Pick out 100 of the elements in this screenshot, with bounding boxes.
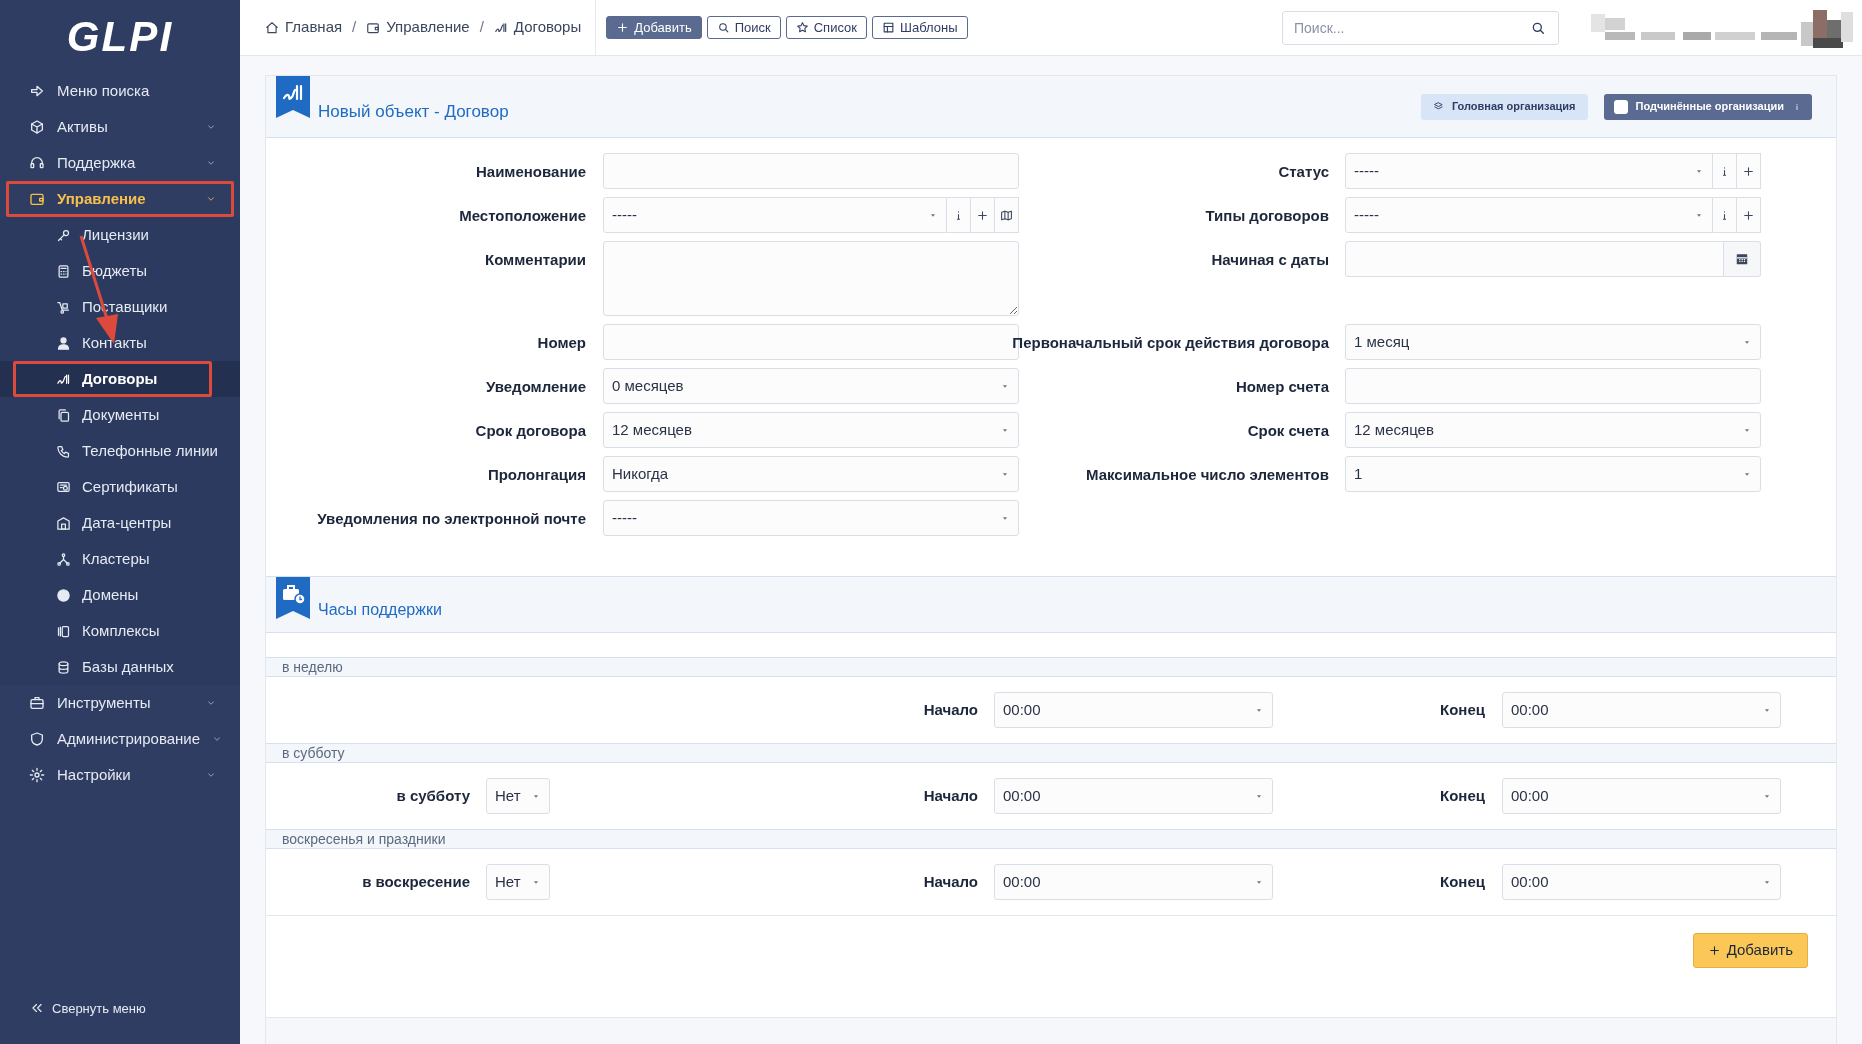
add-button[interactable] bbox=[1737, 197, 1761, 233]
sidebar-subitem[interactable]: Домены bbox=[0, 577, 240, 613]
group-heading: в субботу bbox=[282, 743, 345, 763]
dropdown[interactable]: ----- bbox=[603, 500, 1019, 536]
input-field[interactable] bbox=[1345, 368, 1761, 404]
signature-icon bbox=[56, 371, 71, 387]
time-dropdown[interactable]: 00:00 bbox=[994, 864, 1273, 900]
subentities-toggle[interactable]: Подчинённые организации bbox=[1603, 93, 1812, 120]
time-dropdown[interactable]: 00:00 bbox=[1502, 864, 1781, 900]
dropdown[interactable]: ----- bbox=[1345, 153, 1713, 189]
add-button[interactable]: Добавить bbox=[1692, 933, 1808, 968]
layers-icon bbox=[1432, 101, 1444, 112]
plus-icon bbox=[976, 208, 989, 222]
network-icon bbox=[56, 551, 71, 567]
dropdown[interactable]: ----- bbox=[603, 197, 947, 233]
toolbar-button[interactable]: Поиск bbox=[706, 16, 781, 39]
field-label: Срок договора bbox=[475, 421, 586, 441]
breadcrumb-link[interactable]: Управление bbox=[366, 16, 470, 39]
info-button[interactable] bbox=[1713, 153, 1737, 189]
calendar-icon bbox=[1735, 252, 1749, 266]
sidebar-item[interactable]: Настройки bbox=[0, 757, 240, 793]
field-label: Номер счета bbox=[1235, 377, 1329, 397]
field-label: Местоположение bbox=[459, 206, 586, 226]
field-label: Начало bbox=[923, 699, 978, 720]
sidebar-subitem[interactable]: Сертификаты bbox=[0, 469, 240, 505]
map-button[interactable] bbox=[995, 197, 1019, 233]
field-label: Срок счета bbox=[1247, 421, 1329, 441]
add-button[interactable] bbox=[1737, 153, 1761, 189]
checkbox[interactable] bbox=[1613, 99, 1628, 114]
logo[interactable]: GLPI bbox=[66, 15, 174, 58]
hand-truck-icon bbox=[56, 299, 71, 315]
field-label: в субботу bbox=[396, 785, 470, 806]
arrow-right-icon bbox=[29, 83, 45, 99]
field-label: Начало bbox=[923, 871, 978, 892]
field-label: Конец bbox=[1440, 785, 1485, 806]
calendar-button[interactable] bbox=[1724, 241, 1761, 277]
field-label: Уведомление bbox=[486, 377, 586, 397]
date-field[interactable] bbox=[1345, 241, 1724, 277]
sidebar-subitem[interactable]: Контакты bbox=[0, 325, 240, 361]
plus-icon bbox=[1742, 164, 1755, 178]
signature-icon bbox=[493, 20, 508, 35]
breadcrumb-link[interactable]: Главная bbox=[265, 16, 343, 39]
search-field[interactable]: Поиск... bbox=[1282, 10, 1559, 45]
sidebar-subitem[interactable]: Комплексы bbox=[0, 613, 240, 649]
chevron-down-icon bbox=[206, 158, 216, 168]
sidebar-item[interactable]: Управление bbox=[0, 181, 240, 217]
toolbar-button[interactable]: Список bbox=[785, 16, 867, 39]
info-button[interactable] bbox=[1713, 197, 1737, 233]
toolbar-button[interactable]: Шаблоны bbox=[872, 16, 968, 39]
entity-badge: Головная организация bbox=[1420, 93, 1588, 120]
toolbar-button[interactable]: Добавить bbox=[606, 16, 702, 39]
chevron-down-icon bbox=[206, 698, 216, 708]
sidebar-subitem[interactable]: Кластеры bbox=[0, 541, 240, 577]
sidebar-item[interactable]: Администрирование bbox=[0, 721, 240, 757]
sidebar-subitem[interactable]: Договоры bbox=[0, 361, 240, 397]
time-dropdown[interactable]: 00:00 bbox=[1502, 692, 1781, 728]
dropdown[interactable]: Нет bbox=[486, 778, 550, 814]
sidebar-subitem[interactable]: Базы данных bbox=[0, 649, 240, 685]
sidebar-item[interactable]: Меню поиска bbox=[0, 73, 240, 109]
chevron-down-icon bbox=[206, 122, 216, 132]
dropdown[interactable]: Нет bbox=[486, 864, 550, 900]
input-field[interactable] bbox=[603, 153, 1019, 189]
dropdown[interactable]: 12 месяцев bbox=[1345, 412, 1761, 448]
dropdown[interactable]: 12 месяцев bbox=[603, 412, 1019, 448]
comment-textarea[interactable] bbox=[603, 241, 1019, 316]
chevron-down-icon bbox=[206, 194, 216, 204]
field-label: Пролонгация bbox=[487, 465, 586, 485]
settings-icon bbox=[29, 767, 45, 783]
field-label: Уведомления по электронной почте bbox=[317, 509, 586, 529]
database-icon bbox=[56, 659, 71, 675]
group-heading: в неделю bbox=[282, 657, 343, 677]
section-title: Часы поддержки bbox=[318, 599, 442, 620]
dropdown[interactable]: 1 bbox=[1345, 456, 1761, 492]
dropdown[interactable]: ----- bbox=[1345, 197, 1713, 233]
field-label: Первоначальный срок действия договора bbox=[1012, 333, 1329, 353]
sidebar-subitem[interactable]: Телефонные линии bbox=[0, 433, 240, 469]
documents-icon bbox=[56, 407, 71, 423]
field-label: Начало bbox=[923, 785, 978, 806]
briefcase-icon bbox=[29, 695, 45, 711]
dropdown[interactable]: Никогда bbox=[603, 456, 1019, 492]
chevron-down-icon bbox=[212, 734, 223, 744]
sidebar-item[interactable]: Инструменты bbox=[0, 685, 240, 721]
dropdown[interactable]: 0 месяцев bbox=[603, 368, 1019, 404]
time-dropdown[interactable]: 00:00 bbox=[1502, 778, 1781, 814]
collapse-menu-link[interactable]: Свернуть меню bbox=[30, 998, 240, 1018]
breadcrumb-link[interactable]: Договоры bbox=[493, 16, 582, 39]
sidebar-subitem[interactable]: Дата-центры bbox=[0, 505, 240, 541]
phone-icon bbox=[56, 443, 71, 459]
sidebar-item[interactable]: Активы bbox=[0, 109, 240, 145]
info-button[interactable] bbox=[947, 197, 971, 233]
sidebar-subitem[interactable]: Лицензии bbox=[0, 217, 240, 253]
time-dropdown[interactable]: 00:00 bbox=[994, 692, 1273, 728]
breadcrumb-separator: / bbox=[352, 17, 357, 38]
search-icon bbox=[716, 21, 730, 34]
form-title: Новый объект - Договор bbox=[318, 100, 509, 123]
dropdown[interactable]: 1 месяц bbox=[1345, 324, 1761, 360]
field-label: Начиная с даты bbox=[1211, 250, 1329, 270]
sidebar-subitem[interactable]: Документы bbox=[0, 397, 240, 433]
time-dropdown[interactable]: 00:00 bbox=[994, 778, 1273, 814]
sidebar-item[interactable]: Поддержка bbox=[0, 145, 240, 181]
